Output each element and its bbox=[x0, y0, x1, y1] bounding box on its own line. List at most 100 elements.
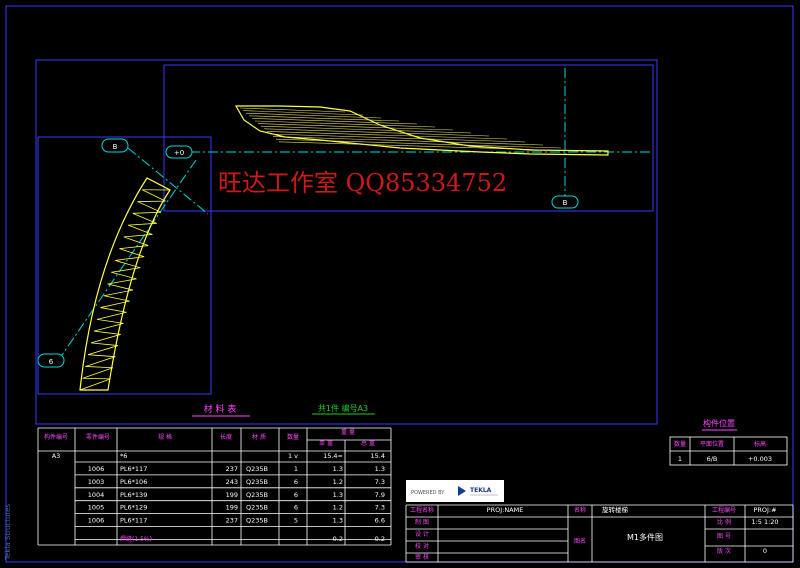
grid-line-six-diagonal bbox=[61, 159, 197, 356]
stair-plan-hatch bbox=[239, 107, 580, 152]
row-total-weight: 6.6 bbox=[375, 517, 385, 525]
header-unit-weight: 单 重 bbox=[319, 439, 333, 447]
position-elevation: +0.003 bbox=[748, 455, 772, 463]
tekla-side-label: Tekla Structures bbox=[4, 504, 12, 561]
drawing-subject: 旋转楼梯 bbox=[602, 505, 629, 514]
weld-label: 焊缝(1.5%) bbox=[120, 535, 152, 543]
row-spec: PL6*106 bbox=[120, 478, 147, 486]
row-part-number: 1004 bbox=[88, 491, 105, 499]
row-material: Q235B bbox=[246, 465, 268, 473]
header-weight: 重 量 bbox=[341, 428, 355, 436]
truss-diagonal bbox=[88, 345, 119, 356]
row-part-number: 1005 bbox=[88, 504, 105, 512]
row-unit-weight: 1.2 bbox=[333, 478, 343, 486]
weld-unit: 0.2 bbox=[333, 535, 343, 543]
row-count: 6 bbox=[294, 478, 298, 486]
row-count: 6 bbox=[294, 491, 298, 499]
truss-rung bbox=[100, 307, 127, 313]
name-label: 名称 bbox=[574, 506, 586, 514]
grid-bubble-b-right[interactable]: B bbox=[551, 195, 579, 209]
elevation-view: B 6 bbox=[37, 138, 209, 391]
row-spec: PL6*139 bbox=[120, 491, 147, 499]
grid-bubble-b-top[interactable]: B bbox=[101, 138, 129, 153]
powered-by-text: POWERED BY bbox=[411, 490, 445, 496]
position-table: 构件位置 数量 平面位置 标高 1 6/B +0.003 bbox=[669, 418, 788, 466]
row-total-weight: 7.9 bbox=[375, 491, 385, 499]
row-count: 5 bbox=[294, 517, 298, 525]
member-row-spec: *6 bbox=[120, 452, 127, 460]
drawing-title-label: 图名 bbox=[574, 537, 586, 545]
truss-diagonal bbox=[103, 289, 134, 297]
position-header-plane: 平面位置 bbox=[700, 440, 724, 448]
drawing-title: M1多件图 bbox=[627, 532, 663, 542]
header-total-weight: 总 重 bbox=[361, 439, 375, 447]
truss-rung bbox=[90, 342, 118, 346]
project-label: 工程名称 bbox=[410, 506, 434, 514]
stair-tread-line bbox=[269, 133, 526, 143]
position-header-elevation: 标高 bbox=[754, 440, 766, 448]
position-count: 1 bbox=[678, 455, 682, 463]
row-unit-weight: 1.3 bbox=[333, 517, 343, 525]
grid-line-b-diagonal bbox=[127, 147, 209, 215]
truss-diagonal bbox=[79, 378, 111, 391]
truss-rung bbox=[103, 295, 130, 302]
material-table-title: 材 料 表 bbox=[204, 403, 237, 415]
material-table-summary: 共1件 编号A3 bbox=[318, 403, 368, 413]
truss-rung bbox=[137, 201, 162, 213]
member-row-count: 1 v bbox=[288, 452, 298, 460]
position-header-count: 数量 bbox=[674, 440, 686, 448]
truss-rung bbox=[88, 354, 116, 358]
row-part-number: 1006 bbox=[88, 517, 105, 525]
row-spec: PL6*129 bbox=[120, 504, 147, 512]
stair-tread-line bbox=[248, 115, 400, 122]
header-count: 数量 bbox=[287, 433, 299, 441]
svg-text:B: B bbox=[113, 143, 118, 151]
cad-drawing-canvas[interactable]: Tekla Structures +0 B B 6 旺达工作室 QQ853347… bbox=[0, 0, 800, 568]
row-length: 199 bbox=[226, 491, 238, 499]
header-part-no: 零件编号 bbox=[86, 433, 110, 441]
row-length: 237 bbox=[226, 465, 238, 473]
checked-label: 校 对 bbox=[415, 542, 429, 550]
tekla-logo-text: TEKLA bbox=[470, 487, 492, 494]
row-spec: PL6*117 bbox=[120, 517, 147, 525]
row-unit-weight: 1.3 bbox=[333, 491, 343, 499]
row-material: Q235B bbox=[246, 504, 268, 512]
header-length: 长度 bbox=[220, 433, 232, 441]
row-material: Q235B bbox=[246, 478, 268, 486]
material-rows: 1006 PL6*117 237 Q235B 1 1.3 1.3 1003 PL6*106 243… bbox=[88, 465, 385, 525]
stair-tread-line bbox=[275, 138, 562, 149]
scale-label: 比 例 bbox=[717, 518, 731, 526]
sheet-label: 图 号 bbox=[717, 533, 731, 540]
row-count: 1 bbox=[294, 465, 298, 473]
watermark-text: 旺达工作室 QQ85334752 bbox=[218, 169, 507, 197]
truss-diagonal bbox=[82, 367, 113, 379]
revision-label: 版 次 bbox=[717, 547, 731, 555]
row-length: 243 bbox=[226, 478, 238, 486]
header-member-no: 构件编号 bbox=[44, 433, 68, 441]
row-material: Q235B bbox=[246, 491, 268, 499]
truss-rung bbox=[85, 366, 113, 369]
material-table-grid bbox=[37, 427, 392, 546]
truss-rung bbox=[93, 330, 121, 335]
truss-diagonal bbox=[111, 267, 141, 273]
row-total-weight: 7.3 bbox=[375, 504, 385, 512]
stair-tread-line bbox=[272, 136, 544, 146]
truss-diagonal bbox=[107, 278, 137, 285]
member-row-total: 15.4 bbox=[371, 452, 385, 460]
grid-bubble-six[interactable]: 6 bbox=[37, 353, 65, 368]
drawn-label: 制 图 bbox=[415, 518, 429, 526]
row-material: Q235B bbox=[246, 517, 268, 525]
row-spec: PL6*117 bbox=[120, 465, 147, 473]
row-length: 237 bbox=[226, 517, 238, 525]
weld-total: 0.2 bbox=[375, 535, 385, 543]
member-row-unit: 15.4= bbox=[323, 452, 343, 460]
grid-bubble-zero[interactable]: +0 bbox=[165, 145, 193, 159]
stair-tread-line bbox=[254, 120, 436, 128]
stair-truss-members bbox=[79, 177, 171, 391]
member-mark: A3 bbox=[52, 452, 61, 460]
designed-label: 设 计 bbox=[415, 530, 429, 538]
scale-value: 1:5 1:20 bbox=[751, 518, 778, 526]
project-name: PROJ:NAME bbox=[487, 506, 524, 514]
svg-text:+0: +0 bbox=[174, 149, 184, 157]
row-part-number: 1006 bbox=[88, 465, 105, 473]
